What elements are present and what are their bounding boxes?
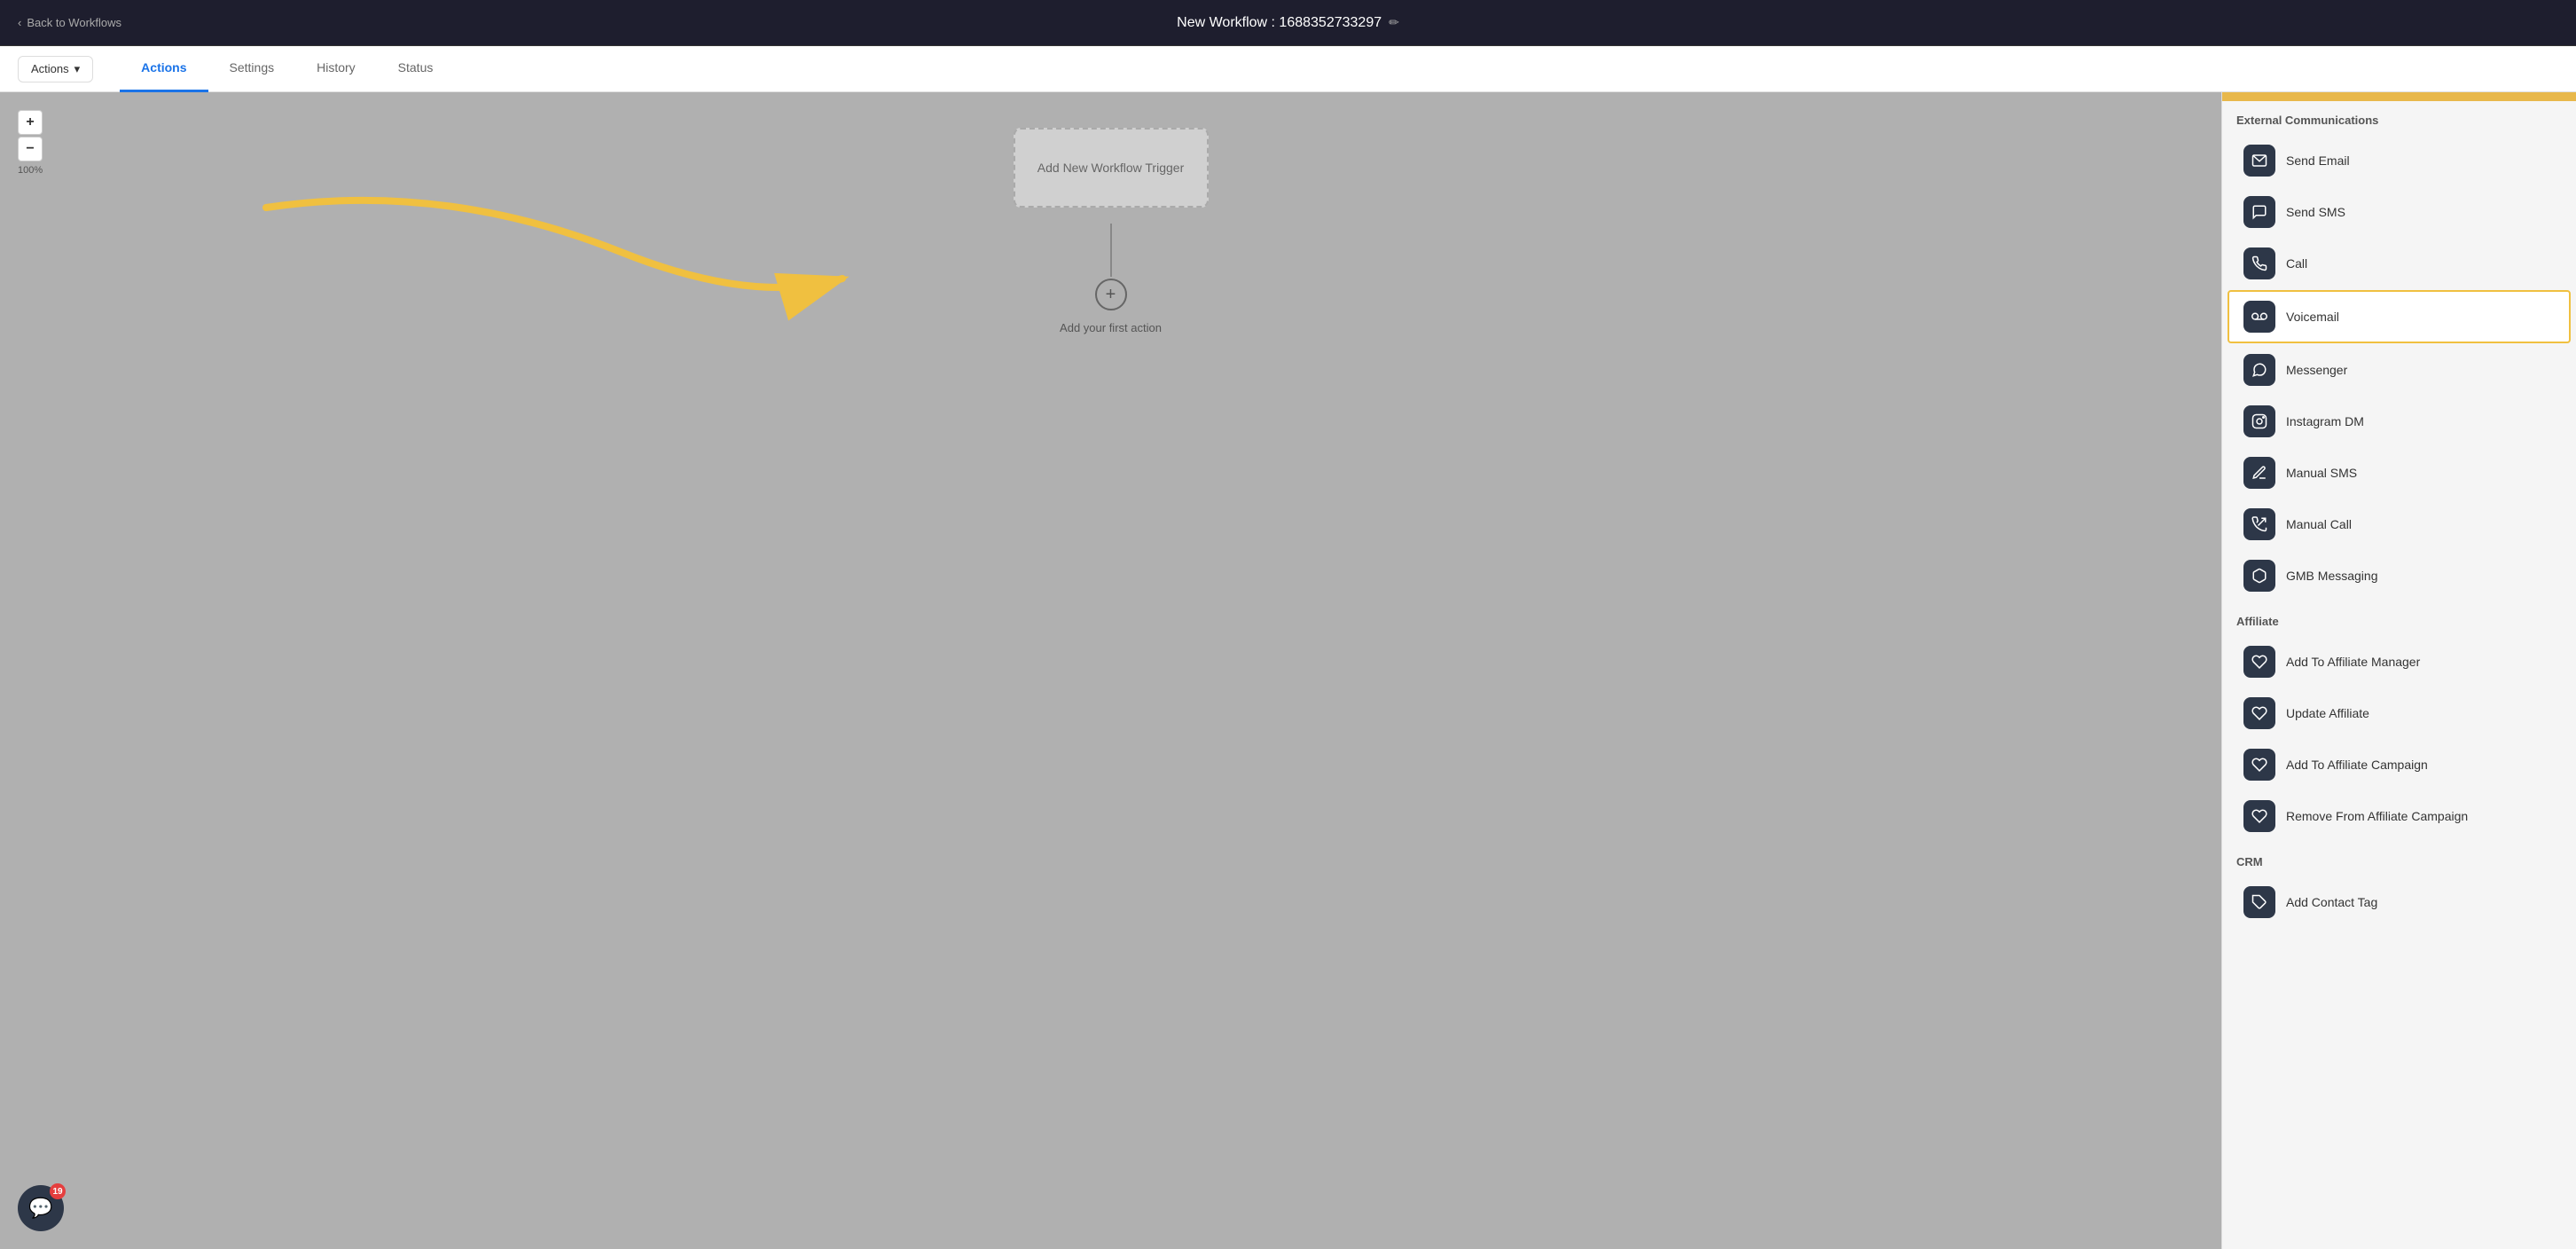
- edit-workflow-icon[interactable]: ✏: [1389, 15, 1399, 30]
- sidebar-section-title-crm: CRM: [2222, 843, 2576, 876]
- add-affiliate-manager-icon: [2243, 646, 2275, 678]
- sidebar-item-add-affiliate-campaign[interactable]: Add To Affiliate Campaign: [2229, 740, 2569, 789]
- send-email-label: Send Email: [2286, 153, 2350, 168]
- annotation-arrow: [177, 163, 975, 429]
- remove-affiliate-campaign-label: Remove From Affiliate Campaign: [2286, 809, 2468, 823]
- actions-dropdown[interactable]: Actions ▾: [18, 56, 93, 82]
- chat-widget[interactable]: 💬 19: [18, 1185, 64, 1231]
- send-email-icon: [2243, 145, 2275, 177]
- call-label: Call: [2286, 256, 2307, 271]
- zoom-level: 100%: [18, 165, 43, 176]
- sidebar-item-instagram-dm[interactable]: Instagram DM: [2229, 397, 2569, 446]
- actions-dropdown-label: Actions: [31, 62, 69, 75]
- tab-actions[interactable]: Actions: [120, 46, 207, 92]
- tab-history[interactable]: History: [295, 46, 377, 92]
- gmb-messaging-icon: [2243, 560, 2275, 592]
- manual-call-icon: [2243, 508, 2275, 540]
- instagram-dm-label: Instagram DM: [2286, 414, 2364, 428]
- remove-affiliate-campaign-icon: [2243, 800, 2275, 832]
- sidebar-item-manual-call[interactable]: Manual Call: [2229, 499, 2569, 549]
- connector-line: [1110, 224, 1112, 277]
- zoom-in-button[interactable]: +: [18, 110, 43, 135]
- back-to-workflows-link[interactable]: ‹ Back to Workflows: [18, 16, 121, 29]
- gmb-messaging-label: GMB Messaging: [2286, 569, 2377, 583]
- voicemail-icon: [2243, 301, 2275, 333]
- send-sms-label: Send SMS: [2286, 205, 2345, 219]
- sidebar-top-bar: [2222, 92, 2576, 101]
- add-affiliate-campaign-label: Add To Affiliate Campaign: [2286, 758, 2428, 772]
- chat-badge: 19: [50, 1183, 66, 1199]
- sidebar-section-title-affiliate: Affiliate: [2222, 602, 2576, 635]
- add-action-button[interactable]: +: [1095, 279, 1127, 310]
- sidebar-item-call[interactable]: Call: [2229, 239, 2569, 288]
- instagram-dm-icon: [2243, 405, 2275, 437]
- sidebar-item-add-contact-tag[interactable]: Add Contact Tag: [2229, 877, 2569, 927]
- sidebar-item-messenger[interactable]: Messenger: [2229, 345, 2569, 395]
- zoom-out-button[interactable]: −: [18, 137, 43, 161]
- messenger-label: Messenger: [2286, 363, 2347, 377]
- sidebar-item-add-affiliate-manager[interactable]: Add To Affiliate Manager: [2229, 637, 2569, 687]
- workflow-title-text: New Workflow : 1688352733297: [1177, 15, 1382, 31]
- sidebar-item-remove-affiliate-campaign[interactable]: Remove From Affiliate Campaign: [2229, 791, 2569, 841]
- update-affiliate-icon: [2243, 697, 2275, 729]
- sidebar-item-gmb-messaging[interactable]: GMB Messaging: [2229, 551, 2569, 601]
- tab-actions-label: Actions: [141, 60, 186, 75]
- manual-call-label: Manual Call: [2286, 517, 2352, 531]
- tab-settings[interactable]: Settings: [208, 46, 296, 92]
- chevron-down-icon: ▾: [74, 62, 81, 76]
- chat-icon: 💬: [28, 1197, 52, 1220]
- right-sidebar: External Communications Send Email Send SM…: [2221, 92, 2576, 1249]
- sidebar-section-title-external-communications: External Communications: [2222, 101, 2576, 134]
- add-affiliate-manager-label: Add To Affiliate Manager: [2286, 655, 2420, 669]
- top-nav: ‹ Back to Workflows New Workflow : 16883…: [0, 0, 2576, 46]
- sidebar-item-send-email[interactable]: Send Email: [2229, 136, 2569, 185]
- add-action-text: Add your first action: [1060, 321, 1162, 334]
- sidebar-item-send-sms[interactable]: Send SMS: [2229, 187, 2569, 237]
- sidebar-item-manual-sms[interactable]: Manual SMS: [2229, 448, 2569, 498]
- workflow-canvas[interactable]: + − 100% Add New Workflow Trigger + Add …: [0, 92, 2221, 1249]
- main-layout: + − 100% Add New Workflow Trigger + Add …: [0, 92, 2576, 1249]
- trigger-box-label: Add New Workflow Trigger: [1037, 161, 1184, 175]
- add-affiliate-campaign-icon: [2243, 749, 2275, 781]
- back-label: Back to Workflows: [27, 16, 121, 29]
- manual-sms-label: Manual SMS: [2286, 466, 2357, 480]
- send-sms-icon: [2243, 196, 2275, 228]
- zoom-controls: + − 100%: [18, 110, 43, 176]
- messenger-icon: [2243, 354, 2275, 386]
- add-contact-tag-label: Add Contact Tag: [2286, 895, 2377, 909]
- trigger-box[interactable]: Add New Workflow Trigger: [1014, 128, 1209, 208]
- update-affiliate-label: Update Affiliate: [2286, 706, 2369, 720]
- back-arrow-icon: ‹: [18, 16, 21, 29]
- call-icon: [2243, 247, 2275, 279]
- workflow-title: New Workflow : 1688352733297 ✏: [1177, 15, 1399, 31]
- manual-sms-icon: [2243, 457, 2275, 489]
- sidebar-item-voicemail[interactable]: Voicemail: [2228, 290, 2571, 343]
- plus-icon: +: [1106, 285, 1116, 305]
- tab-settings-label: Settings: [230, 60, 275, 75]
- tab-history-label: History: [317, 60, 356, 75]
- add-contact-tag-icon: [2243, 886, 2275, 918]
- tab-status[interactable]: Status: [377, 46, 455, 92]
- tab-status-label: Status: [398, 60, 434, 75]
- tab-bar: Actions ▾ Actions Settings History Statu…: [0, 46, 2576, 92]
- voicemail-label: Voicemail: [2286, 310, 2339, 324]
- sidebar-item-update-affiliate[interactable]: Update Affiliate: [2229, 688, 2569, 738]
